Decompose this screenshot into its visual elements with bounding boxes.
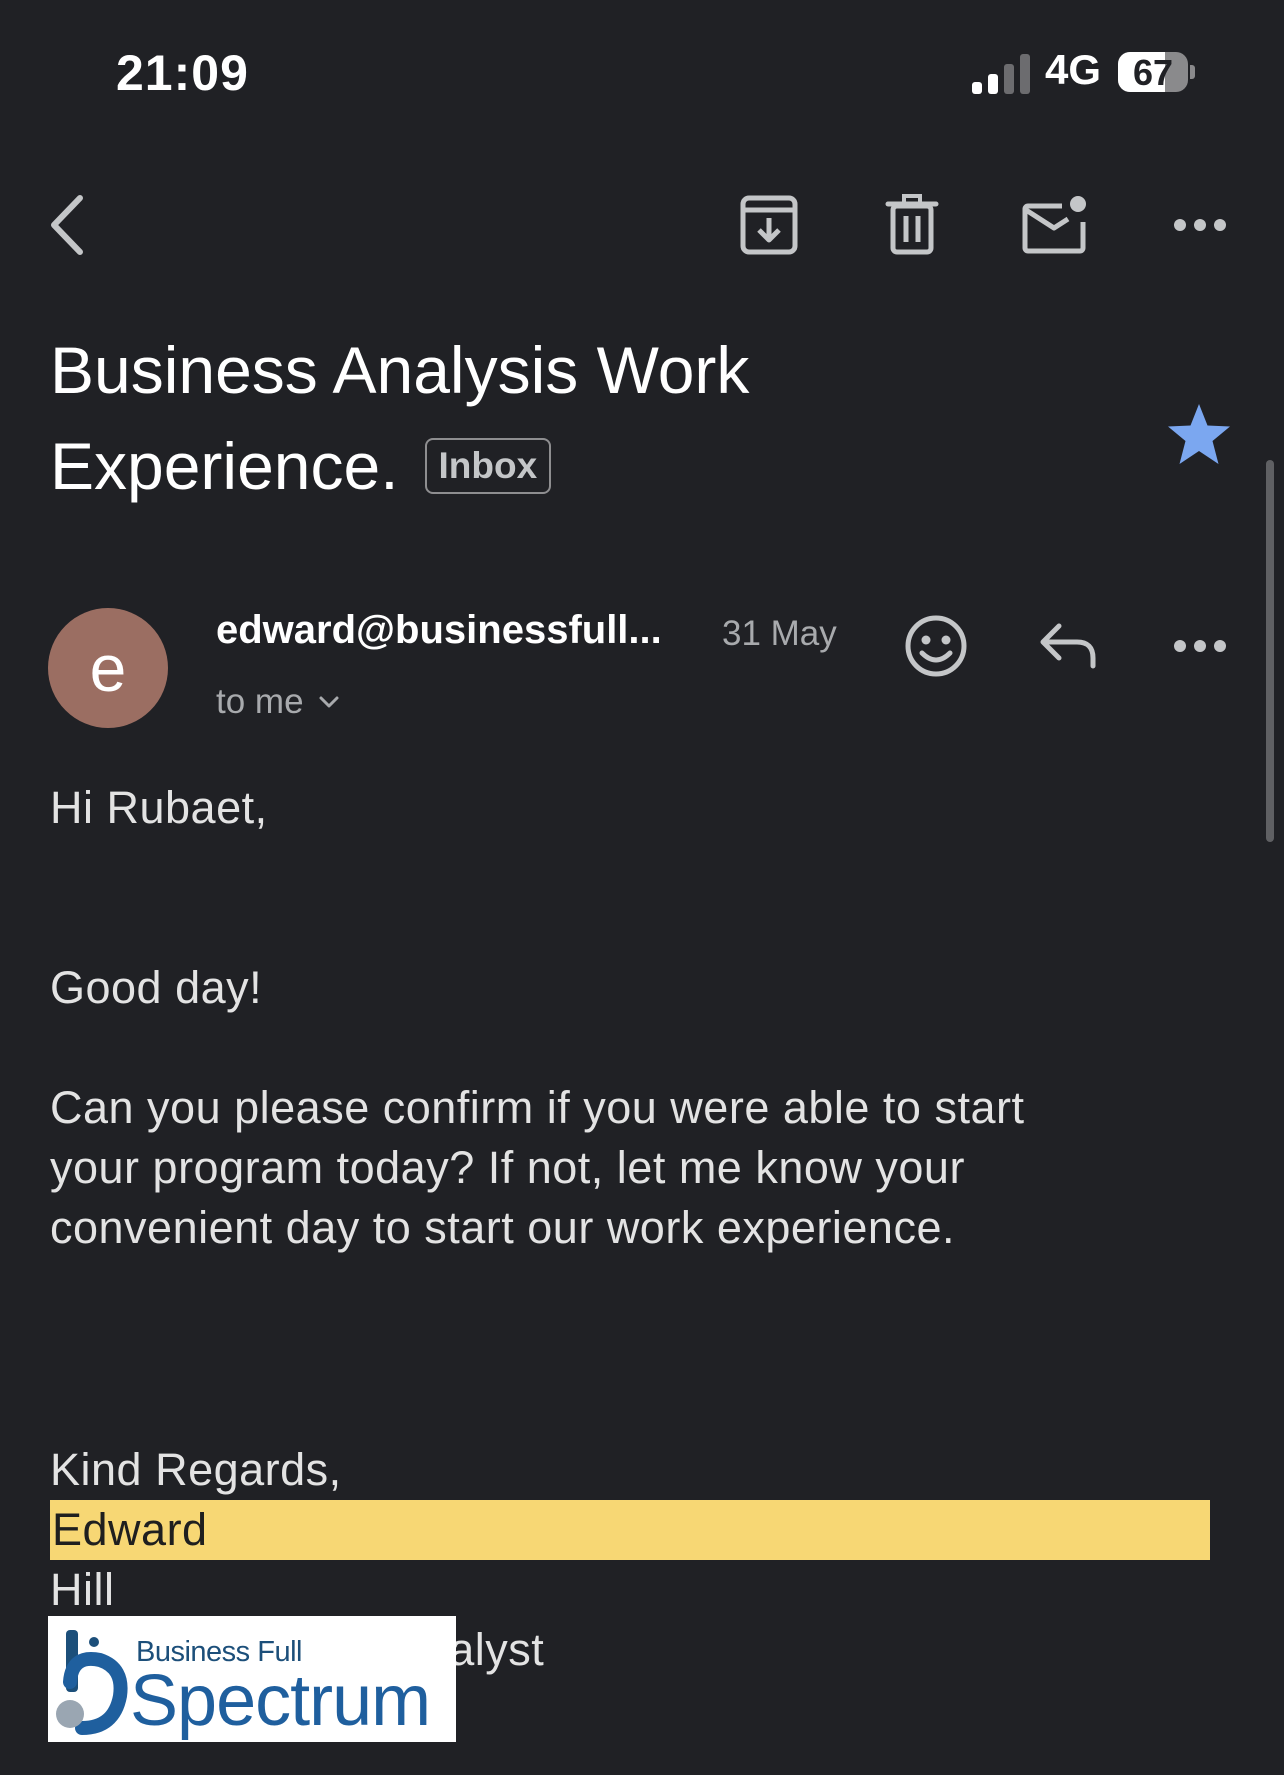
battery-icon: 67 — [1118, 52, 1195, 94]
delete-icon[interactable] — [877, 190, 947, 260]
avatar[interactable]: e — [48, 608, 168, 728]
subject-line-1: Business Analysis Work — [50, 333, 750, 407]
signal-icon — [972, 54, 1030, 94]
archive-icon[interactable] — [734, 190, 804, 260]
paragraph-line: your program today? If not, let me know … — [50, 1142, 965, 1193]
chevron-down-icon — [319, 696, 339, 708]
subject-line-2: Experience. — [50, 429, 399, 503]
signature-first-name: Edward — [50, 1500, 1210, 1560]
more-icon[interactable] — [1165, 190, 1235, 260]
network-type: 4G — [1045, 46, 1102, 93]
inbox-label[interactable]: Inbox — [424, 438, 552, 494]
signature-name: Edward Hill — [50, 1500, 1210, 1620]
email-opening: Good day! — [50, 962, 263, 1013]
paragraph-line: convenient day to start our work experie… — [50, 1202, 955, 1253]
email-date: 31 May — [722, 614, 837, 653]
mark-unread-icon[interactable] — [1020, 190, 1090, 260]
message-more-icon[interactable] — [1162, 608, 1238, 684]
status-time: 21:09 — [116, 45, 249, 101]
reply-icon[interactable] — [1030, 608, 1106, 684]
signature-last-name: Hill — [50, 1564, 115, 1615]
paragraph-line: Can you please confirm if you were able … — [50, 1082, 1025, 1133]
sender-email[interactable]: edward@businessfull... — [216, 608, 662, 653]
email-paragraph: Can you please confirm if you were able … — [50, 1078, 1210, 1258]
recipient-toggle[interactable]: to me — [216, 682, 340, 722]
recipient-label: to me — [216, 682, 304, 721]
logo-mark-icon — [56, 1630, 128, 1735]
star-icon[interactable] — [1164, 400, 1234, 470]
emoji-react-icon[interactable] — [898, 608, 974, 684]
back-icon[interactable] — [32, 190, 102, 260]
email-greeting: Hi Rubaet, — [50, 782, 268, 833]
scrollbar[interactable] — [1266, 460, 1274, 842]
email-subject: Business Analysis Work Experience. Inbox — [50, 322, 1130, 514]
logo-big-text: Spectrum — [130, 1661, 431, 1741]
battery-percent: 67 — [1132, 52, 1174, 93]
closing-line: Kind Regards, — [50, 1444, 342, 1495]
company-logo: Business Full Spectrum — [48, 1616, 456, 1742]
